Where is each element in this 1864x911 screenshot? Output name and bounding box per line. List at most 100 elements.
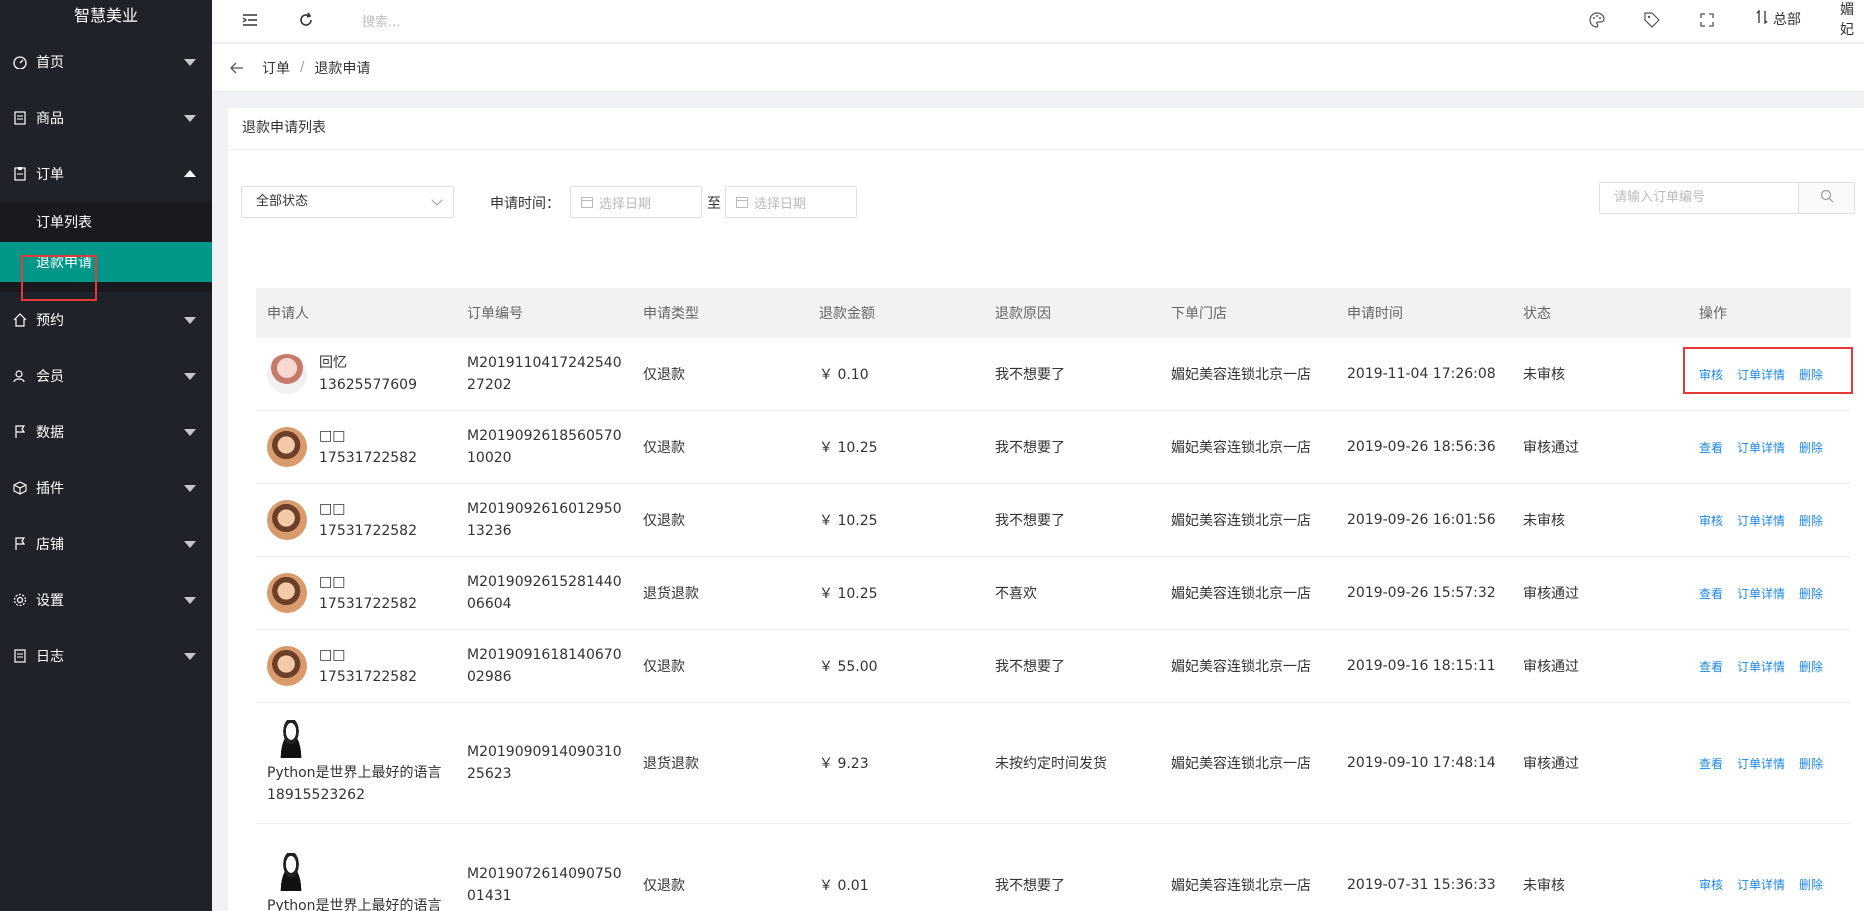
applicant: Python是世界上最好的语言 18915523262 [267,720,456,806]
view-button[interactable]: 查看 [1699,660,1723,674]
caret-down-icon [184,597,196,604]
delete-button[interactable]: 删除 [1799,441,1823,455]
delete-button[interactable]: 删除 [1799,660,1823,674]
view-button[interactable]: 查看 [1699,441,1723,455]
sidebar-item-label: 插件 [36,481,64,497]
order-detail-link[interactable]: 订单详情 [1737,368,1785,382]
applicant: Python是世界上最好的语言 [267,852,456,911]
refund-type: 退货退款 [643,586,699,602]
caret-down-icon [184,541,196,548]
status-text: 审核通过 [1523,659,1579,675]
view-button[interactable]: 查看 [1699,587,1723,601]
sidebar-item-logs[interactable]: 日志 [0,628,212,684]
status-text: 未审核 [1523,877,1565,894]
order-detail-link[interactable]: 订单详情 [1737,757,1785,771]
sidebar-item-goods[interactable]: 商品 [0,90,212,146]
review-button[interactable]: 审核 [1699,368,1723,382]
tag-icon[interactable] [1641,9,1663,31]
refresh-icon[interactable] [295,9,317,31]
end-date-placeholder: 选择日期 [754,196,807,212]
status-text: 审核通过 [1523,756,1579,772]
switch-icon [1756,9,1768,28]
start-date-input[interactable]: 选择日期 [570,186,702,218]
delete-button[interactable]: 删除 [1799,878,1823,892]
review-button[interactable]: 审核 [1699,514,1723,528]
apply-time: 2019-09-26 16:01:56 [1347,512,1496,528]
sidebar-item-label: 日志 [36,649,64,665]
flag-icon [12,536,28,552]
applicant-name: □□ [319,428,346,444]
refund-amount: ￥ 0.01 [819,877,869,894]
delete-button[interactable]: 删除 [1799,368,1823,382]
order-search-input[interactable]: 请输入订单编号 [1599,182,1799,214]
table-row: □□ 17531722582 M201909161814067002986 仅退款… [256,630,1851,703]
refund-table: 申请人 订单编号 申请类型 退款金额 退款原因 下单门店 申请时间 状态 操作 … [256,288,1851,911]
sidebar-item-label: 预约 [36,313,64,329]
order-number: M201909261601295013236 [467,501,622,539]
applicant-phone: 18915523262 [267,787,365,803]
header-search-input[interactable]: 搜索... [362,11,400,30]
breadcrumb-orders[interactable]: 订单 [262,58,290,78]
table-row: Python是世界上最好的语言 18915523262 M201909091409… [256,703,1851,824]
order-store: 媚妃美容连锁北京一店 [1171,440,1311,456]
sidebar-subitem-order-list[interactable]: 订单列表 [0,202,212,242]
order-number: M201907261409075001431 [467,865,622,904]
sidebar-item-data[interactable]: 数据 [0,404,212,460]
avatar [267,646,307,686]
order-number: M201911041724254027202 [467,355,622,393]
user-menu[interactable]: 媚妃 [1840,2,1864,38]
sidebar-item-label: 店铺 [36,537,64,553]
order-icon [12,166,28,182]
store-switch[interactable]: 总部 [1756,8,1801,30]
start-date-placeholder: 选择日期 [599,196,652,212]
order-search-button[interactable] [1799,182,1855,214]
avatar [267,354,307,394]
order-detail-link[interactable]: 订单详情 [1737,878,1785,892]
order-detail-link[interactable]: 订单详情 [1737,660,1785,674]
sidebar-item-orders[interactable]: 订单 [0,146,212,202]
review-button[interactable]: 审核 [1699,878,1723,892]
sidebar-item-members[interactable]: 会员 [0,348,212,404]
order-detail-link[interactable]: 订单详情 [1737,587,1785,601]
fullscreen-icon[interactable] [1696,9,1718,31]
refund-type: 退货退款 [643,756,699,772]
order-detail-link[interactable]: 订单详情 [1737,514,1785,528]
theme-icon[interactable] [1586,9,1608,31]
refund-type: 仅退款 [643,367,685,383]
refund-amount: ￥ 55.00 [819,659,878,675]
orders-submenu: 订单列表 退款申请 [0,202,212,292]
applicant: □□ 17531722582 [267,498,456,542]
refund-type: 仅退款 [643,513,685,529]
sidebar-item-store[interactable]: 店铺 [0,516,212,572]
order-detail-link[interactable]: 订单详情 [1737,441,1785,455]
applicant-name: □□ [319,574,346,590]
col-header: 退款原因 [995,306,1051,322]
refund-reason: 不喜欢 [995,586,1037,602]
view-button[interactable]: 查看 [1699,757,1723,771]
sidebar-item-settings[interactable]: 设置 [0,572,212,628]
sidebar-item-label: 首页 [36,55,64,71]
applicant: □□ 17531722582 [267,571,456,615]
col-header: 状态 [1523,306,1551,322]
applicant-phone: 17531722582 [319,523,417,539]
caret-down-icon [184,59,196,66]
sidebar-subitem-refund[interactable]: 退款申请 [0,242,212,282]
menu-fold-icon[interactable] [239,9,261,31]
sidebar-item-label: 商品 [36,111,64,127]
gear-icon [12,592,28,608]
delete-button[interactable]: 删除 [1799,514,1823,528]
applicant: 回忆 13625577609 [267,352,456,396]
back-arrow-icon[interactable] [228,59,246,77]
status-select[interactable]: 全部状态 [241,186,454,218]
applicant-name: Python是世界上最好的语言 [267,765,442,781]
refund-reason: 未按约定时间发货 [995,756,1107,772]
calendar-icon [581,196,593,208]
end-date-input[interactable]: 选择日期 [725,186,857,218]
sidebar-item-booking[interactable]: 预约 [0,292,212,348]
delete-button[interactable]: 删除 [1799,757,1823,771]
delete-button[interactable]: 删除 [1799,587,1823,601]
sidebar-item-plugins[interactable]: 插件 [0,460,212,516]
sidebar-item-home[interactable]: 首页 [0,34,212,90]
order-number: M201909161814067002986 [467,647,622,685]
member-icon [12,368,28,384]
